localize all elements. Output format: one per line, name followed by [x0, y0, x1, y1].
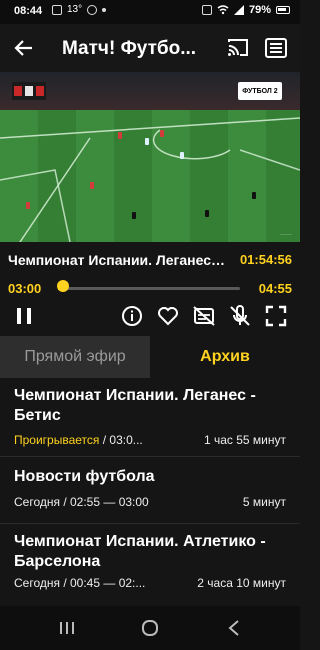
status-time: 08:44 [14, 5, 43, 17]
football-pitch [0, 110, 300, 242]
item-meta: Сегодня / 00:45 — 02:... [14, 576, 146, 590]
mic-off-icon [230, 305, 250, 326]
item-title-line1: Новости футбола [14, 468, 155, 485]
video-player[interactable]: ФУТБОЛ 2 ······ [0, 72, 300, 242]
pause-button[interactable] [12, 304, 36, 328]
broadcast-watermark: ······ [280, 232, 292, 238]
cast-button[interactable] [226, 36, 250, 60]
item-duration: 5 минут [242, 495, 286, 509]
team-badge-icon [36, 86, 44, 96]
recents-icon [60, 622, 74, 634]
footballer [160, 130, 164, 137]
status-bar: 08:44 13° 79% [0, 0, 300, 24]
player-controls [0, 304, 300, 330]
system-nav-bar [0, 606, 300, 650]
mute-button[interactable] [228, 304, 252, 328]
pause-icon [17, 308, 31, 324]
battery-icon [276, 6, 290, 14]
notification-dot-icon [102, 7, 107, 12]
item-duration: 1 час 55 минут [203, 433, 286, 447]
archive-list: Чемпионат Испании. Леганес - Бетис Проиг… [0, 378, 300, 606]
fullscreen-icon [265, 305, 287, 327]
tab-live[interactable]: Прямой эфир [0, 336, 150, 378]
progress-start-time: 03:00 [8, 281, 42, 296]
menu-button[interactable] [264, 36, 288, 60]
item-title-line1: Чемпионат Испании. Леганес - [14, 387, 256, 404]
info-button[interactable] [120, 304, 144, 328]
list-item[interactable]: Чемпионат Испании. Атлетико - Барселона … [0, 524, 300, 606]
progress-track[interactable] [58, 287, 240, 290]
footballer [90, 182, 94, 189]
battery-percent: 79% [248, 4, 271, 16]
subtitles-off-icon [193, 306, 215, 326]
cast-icon [228, 39, 248, 56]
footballer [26, 202, 30, 209]
pitch-lines [0, 117, 300, 242]
item-title-line2: Барселона [14, 553, 101, 570]
list-item[interactable]: Чемпионат Испании. Леганес - Бетис Проиг… [0, 378, 300, 457]
signal-icon [233, 5, 244, 15]
footballer [205, 210, 209, 217]
progress-thumb[interactable] [57, 280, 70, 292]
tab-archive[interactable]: Архив [150, 336, 300, 378]
page-title: Матч! Футбо... [62, 38, 197, 59]
list-menu-icon [265, 38, 287, 58]
score-digits [25, 86, 33, 96]
alarm-icon [201, 5, 212, 15]
system-back-button[interactable] [222, 616, 246, 640]
footballer [132, 212, 136, 219]
recent-apps-button[interactable] [55, 616, 79, 640]
item-title-line2: Бетис [14, 407, 61, 424]
image-icon [52, 4, 62, 15]
now-playing-title: Чемпионат Испании. Леганес - Бетис [8, 252, 226, 268]
item-meta: Сегодня / 02:55 — 03:00 [14, 495, 149, 509]
home-circle-icon [142, 620, 158, 636]
team-badge-icon [14, 86, 22, 96]
playing-status: Проигрывается [14, 433, 100, 447]
scoreboard-overlay [12, 82, 46, 100]
heart-icon [158, 307, 178, 326]
list-item[interactable]: Новости футбола Сегодня / 02:55 — 03:00 … [0, 457, 300, 524]
footballer [252, 192, 256, 199]
progress-end-time: 04:55 [258, 281, 292, 296]
location-icon [87, 4, 98, 15]
app-bar: Матч! Футбо... [0, 24, 300, 72]
footballer [118, 132, 122, 139]
wifi-icon [217, 5, 229, 15]
arrow-left-icon [14, 40, 32, 56]
fullscreen-button[interactable] [264, 304, 288, 328]
subtitles-off-button[interactable] [192, 304, 216, 328]
info-icon [122, 306, 142, 326]
item-title-line1: Чемпионат Испании. Атлетико - [14, 533, 266, 550]
item-duration: 2 часа 10 минут [197, 576, 286, 590]
chevron-left-icon [228, 620, 239, 636]
back-button[interactable] [10, 34, 38, 62]
tab-bar: Прямой эфир Архив [0, 336, 300, 378]
favorite-button[interactable] [156, 304, 180, 328]
current-clock: 01:54:56 [239, 252, 292, 267]
weather-temperature: 13° [67, 4, 83, 15]
channel-logo: ФУТБОЛ 2 [238, 82, 282, 100]
footballer [180, 152, 184, 159]
item-meta: / 03:0... [99, 433, 143, 447]
footballer [145, 138, 149, 145]
home-button[interactable] [138, 616, 162, 640]
